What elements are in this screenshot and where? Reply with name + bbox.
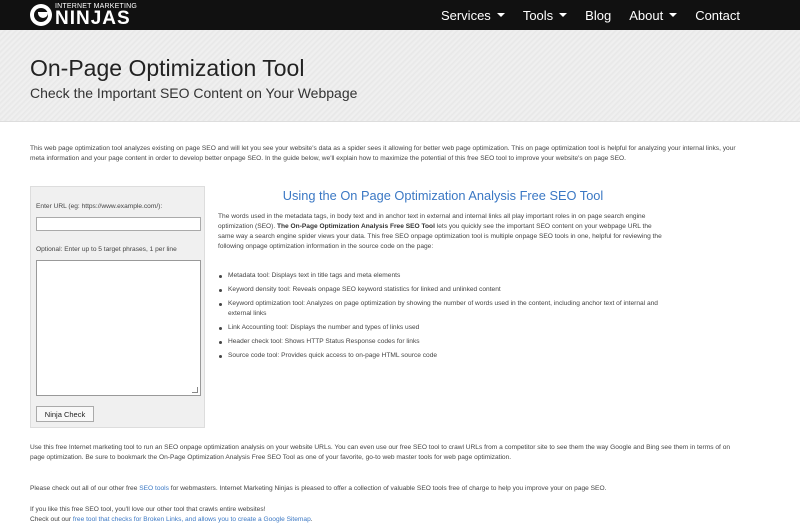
page-title: On-Page Optimization Tool	[30, 55, 305, 81]
top-navbar: INTERNET MARKETING NINJAS Services Tools…	[0, 0, 800, 30]
caret-down-icon	[559, 13, 568, 17]
ninja-check-button[interactable]: Ninja Check	[36, 406, 94, 422]
guide-paragraph: The words used in the metadata tags, in …	[218, 213, 662, 250]
hero-banner: On-Page Optimization Tool Check the Impo…	[0, 30, 800, 122]
ninja-logo-icon	[30, 4, 52, 26]
nav-contact[interactable]: Contact	[695, 8, 740, 23]
target-phrases-textarea[interactable]	[36, 260, 201, 396]
usage-paragraph: Use this free Internet marketing tool to…	[30, 444, 731, 461]
caret-down-icon	[496, 13, 505, 17]
list-item: Keyword optimization tool: Analyzes on p…	[218, 299, 668, 319]
nav-about[interactable]: About	[629, 8, 678, 23]
nav-services[interactable]: Services	[441, 8, 505, 23]
list-item: Link Accounting tool: Displays the numbe…	[218, 323, 668, 333]
seo-tools-link[interactable]: SEO tools	[139, 485, 169, 492]
seo-check-form: Enter URL (eg: https://www.example.com/)…	[30, 186, 205, 428]
nav-tools[interactable]: Tools	[523, 8, 568, 23]
url-input[interactable]	[36, 217, 201, 231]
caret-down-icon	[669, 13, 678, 17]
list-item: Metadata tool: Displays text in title ta…	[218, 271, 668, 281]
list-item: Source code tool: Provides quick access …	[218, 351, 668, 361]
phrases-label: Optional: Enter up to 5 target phrases, …	[36, 246, 177, 253]
list-item: Header check tool: Shows HTTP Status Res…	[218, 337, 668, 347]
more-tools-paragraph: Please check out all of our other free S…	[30, 485, 607, 492]
page-subtitle: Check the Important SEO Content on Your …	[30, 85, 358, 101]
main-nav: Services Tools Blog About Contact	[441, 0, 800, 30]
url-label: Enter URL (eg: https://www.example.com/)…	[36, 203, 163, 210]
crawler-paragraph: If you like this free SEO tool, you'll l…	[30, 506, 313, 523]
brand-logo[interactable]: INTERNET MARKETING NINJAS	[30, 0, 137, 30]
intro-text: This web page optimization tool analyzes…	[30, 145, 736, 162]
nav-blog[interactable]: Blog	[585, 8, 611, 23]
logo-name: NINJAS	[55, 7, 131, 29]
features-list: Metadata tool: Displays text in title ta…	[218, 271, 668, 365]
broken-links-tool-link[interactable]: free tool that checks for Broken Links, …	[73, 516, 311, 523]
guide-heading: Using the On Page Optimization Analysis …	[282, 188, 604, 203]
list-item: Keyword density tool: Reveals onpage SEO…	[218, 285, 668, 295]
resize-handle-icon[interactable]	[192, 387, 198, 393]
